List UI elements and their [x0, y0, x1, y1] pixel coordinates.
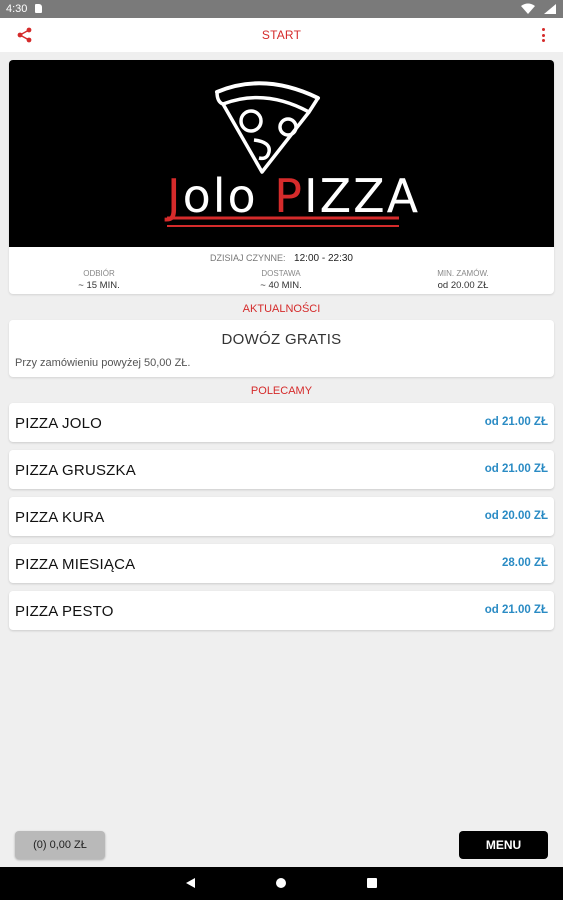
menu-item-pizza-jolo[interactable]: PIZZA JOLO od 21.00 ZŁ	[9, 403, 554, 442]
item-price: 28.00 ZŁ	[501, 557, 548, 569]
page-title: START	[261, 28, 302, 42]
item-price: od 21.00 ZŁ	[484, 604, 548, 616]
item-price: od 20.00 ZŁ	[484, 510, 548, 522]
menu-item-pizza-gruszka[interactable]: PIZZA GRUSZKA od 21.00 ZŁ	[9, 450, 554, 489]
pickup-value: ~ 15 MIN.	[78, 280, 120, 291]
svg-text:Jolo PIZZA: Jolo PIZZA	[164, 169, 420, 223]
logo-word-2: IZZA	[304, 169, 420, 223]
pizza-slice-logo-icon: Jolo PIZZA	[164, 81, 420, 227]
hours-label: Dzisiaj czynne:	[210, 253, 286, 263]
item-name: PIZZA PESTO	[15, 603, 114, 620]
item-name: PIZZA JOLO	[15, 415, 103, 432]
restaurant-logo: Jolo PIZZA	[9, 60, 554, 247]
min-order-value: od 20.00 ZŁ	[437, 280, 489, 291]
cart-button[interactable]: (0) 0,00 ZŁ	[15, 831, 105, 859]
recommended-section-label: POLECAMY	[250, 385, 313, 397]
pickup-stat: Odbiór ~ 15 MIN.	[39, 269, 159, 291]
recent-apps-icon[interactable]	[367, 878, 377, 888]
app-bar: START	[0, 18, 563, 52]
opening-hours: Dzisiaj czynne: 12:00 - 22:30	[9, 253, 554, 264]
delivery-label: Dostawa	[261, 269, 301, 278]
pickup-label: Odbiór	[83, 269, 115, 278]
item-name: PIZZA MIESIĄCA	[15, 556, 136, 573]
news-body: Przy zamówieniu powyżej 50,00 ZŁ.	[15, 357, 191, 369]
item-name: PIZZA GRUSZKA	[15, 462, 136, 479]
min-order-stat: Min. zamów. od 20.00 ZŁ	[403, 269, 523, 291]
menu-button[interactable]: MENU	[459, 831, 548, 859]
wifi-icon	[521, 3, 535, 14]
status-bar: 4:30	[0, 0, 563, 18]
logo-letter-p: P	[274, 169, 304, 223]
news-title: DOWÓZ GRATIS	[221, 331, 342, 348]
item-name: PIZZA KURA	[15, 509, 105, 526]
news-section-label: AKTUALNOŚCI	[242, 303, 321, 315]
min-order-label: Min. zamów.	[437, 269, 489, 278]
menu-item-pizza-kura[interactable]: PIZZA KURA od 20.00 ZŁ	[9, 497, 554, 536]
battery-icon	[544, 4, 556, 14]
status-icons	[521, 3, 557, 15]
delivery-stat: Dostawa ~ 40 MIN.	[221, 269, 341, 291]
menu-item-pizza-miesiaca[interactable]: PIZZA MIESIĄCA 28.00 ZŁ	[9, 544, 554, 583]
sd-card-icon	[35, 4, 42, 13]
item-price: od 21.00 ZŁ	[484, 463, 548, 475]
restaurant-card: Jolo PIZZA Dzisiaj czynne: 12:00 - 22:30…	[9, 60, 554, 294]
delivery-value: ~ 40 MIN.	[260, 280, 302, 291]
logo-word-1: olo	[183, 169, 275, 223]
more-options-icon[interactable]	[537, 26, 551, 44]
status-time: 4:30	[6, 3, 28, 15]
navigation-bar	[0, 867, 563, 900]
home-icon[interactable]	[276, 878, 286, 888]
item-price: od 21.00 ZŁ	[484, 416, 548, 428]
menu-item-pizza-pesto[interactable]: PIZZA PESTO od 21.00 ZŁ	[9, 591, 554, 630]
logo-letter-j: J	[164, 169, 183, 223]
hours-value: 12:00 - 22:30	[294, 253, 353, 264]
back-icon[interactable]	[186, 878, 195, 888]
news-card[interactable]: DOWÓZ GRATIS Przy zamówieniu powyżej 50,…	[9, 320, 554, 377]
